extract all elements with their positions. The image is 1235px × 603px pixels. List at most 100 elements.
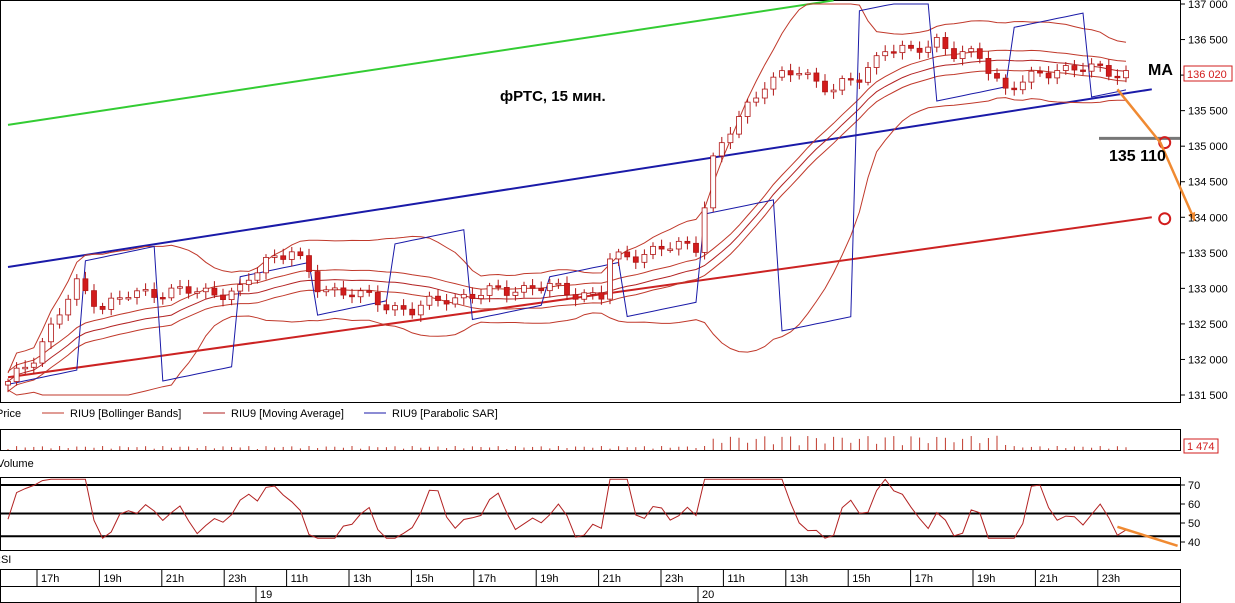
candle-body: [1045, 72, 1052, 79]
candle: [39, 337, 46, 367]
candle-body: [684, 240, 691, 244]
candle-body: [5, 381, 11, 386]
rsi-tick-label: 40: [1188, 537, 1200, 549]
candle-body: [1002, 77, 1009, 89]
candle-body: [589, 292, 596, 295]
candle-body: [228, 290, 235, 300]
time-tick-label: 23h: [665, 573, 683, 585]
candle-body: [873, 55, 880, 68]
day-label: 19: [260, 589, 272, 601]
ma-label: MA: [1148, 62, 1173, 79]
candle-body: [185, 286, 192, 294]
candle-body: [744, 101, 751, 117]
candle-body: [116, 297, 123, 300]
candle: [701, 201, 708, 260]
day-label: 20: [702, 589, 714, 601]
price-tick-label: 134 000: [1188, 212, 1228, 224]
candle-body: [374, 292, 381, 306]
candle-body: [916, 47, 923, 53]
candle-body: [65, 298, 72, 316]
time-tick-label: 21h: [1039, 573, 1057, 585]
time-tick-label: 19h: [977, 573, 995, 585]
candle-body: [73, 278, 80, 300]
candle-body: [908, 44, 914, 49]
candle-body: [830, 89, 837, 93]
time-tick-label: 11h: [291, 573, 309, 585]
candle-body: [151, 289, 158, 298]
legend-sar: RIU9 [Parabolic SAR]: [392, 408, 498, 420]
candle-body: [615, 251, 622, 260]
candle-body: [1019, 81, 1026, 91]
candle-body: [39, 341, 46, 364]
candle-body: [847, 78, 854, 81]
candle-body: [710, 155, 717, 209]
candle-body: [56, 314, 63, 325]
candle-body: [349, 294, 355, 298]
candle-body: [1123, 70, 1129, 79]
candle-body: [22, 366, 29, 370]
candle-body: [1054, 70, 1061, 79]
candle-body: [701, 207, 708, 253]
price-tick-label: 132 000: [1188, 354, 1228, 366]
candle-body: [82, 278, 89, 292]
candle-body: [933, 37, 940, 48]
candle-body: [159, 297, 166, 300]
candle-body: [890, 51, 897, 54]
candle-body: [194, 291, 201, 294]
candle-body: [1028, 70, 1035, 83]
candle-body: [443, 300, 450, 305]
candle: [710, 152, 717, 212]
candle-body: [1037, 70, 1043, 74]
price-tick-label: 132 500: [1188, 319, 1228, 331]
candle-body: [994, 73, 1000, 79]
chart-annotation-title: фРТС, 15 мин.: [500, 88, 606, 105]
chart: 131 500 132 000 132 500 133 000 133 500 134 0…: [0, 0, 1233, 603]
candle-body: [632, 256, 639, 263]
candle-body: [323, 289, 330, 293]
candle-body: [942, 37, 949, 49]
candle-body: [48, 323, 54, 343]
candle-body: [658, 245, 665, 250]
candle-body: [1097, 63, 1104, 66]
current-price-label: 136 020: [1187, 69, 1227, 81]
candle-body: [495, 285, 502, 288]
candle-body: [675, 240, 682, 250]
candle-body: [822, 80, 828, 93]
candle-body: [882, 51, 889, 57]
candle-body: [555, 282, 562, 286]
legend-ma: RIU9 [Moving Average]: [231, 408, 344, 420]
rsi-tick-label: 60: [1188, 499, 1200, 511]
candle-body: [667, 248, 674, 251]
candle-body: [770, 76, 777, 90]
candle-body: [245, 279, 252, 286]
candle-body: [211, 287, 218, 296]
candle-body: [512, 291, 519, 296]
candle-body: [357, 290, 364, 298]
candle-body: [280, 255, 287, 260]
candle-body: [202, 287, 209, 293]
price-tick-label: 133 000: [1188, 283, 1228, 295]
candle-body: [1080, 69, 1086, 72]
candle-body: [1011, 87, 1018, 91]
time-tick-label: 15h: [415, 573, 433, 585]
candle-body: [177, 286, 183, 289]
time-tick-label: 17h: [478, 573, 496, 585]
candle-body: [263, 257, 269, 274]
candle-body: [899, 44, 906, 54]
time-tick-label: 11h: [727, 573, 745, 585]
candle: [607, 253, 613, 305]
candle-body: [435, 295, 441, 301]
candle-body: [538, 287, 545, 292]
candle-body: [951, 48, 957, 60]
price-tick-label: 134 500: [1188, 177, 1228, 189]
time-tick-label: 23h: [228, 573, 246, 585]
candle-body: [125, 297, 132, 300]
volume-value-label: 1 474: [1187, 441, 1215, 453]
candle-body: [796, 73, 803, 76]
time-tick-label: 13h: [353, 573, 371, 585]
candle-body: [650, 245, 656, 255]
time-tick-label: 19h: [540, 573, 558, 585]
candle-body: [856, 79, 863, 83]
candle-body: [1062, 65, 1069, 71]
candle-body: [779, 70, 785, 78]
